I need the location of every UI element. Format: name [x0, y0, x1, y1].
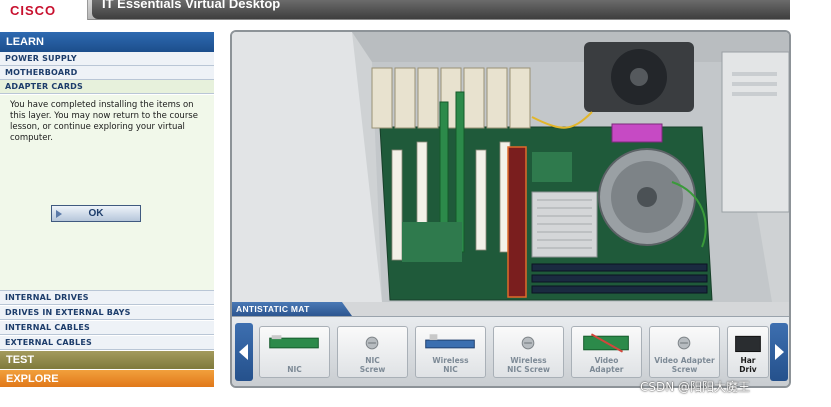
tray-item-hard-drive[interactable]: Har Driv [727, 326, 769, 378]
tray-item-video-adapter[interactable]: Video Adapter [571, 326, 642, 378]
menu-item-adapter-cards[interactable]: ADAPTER CARDS [0, 80, 214, 94]
scroll-left-arrow-icon[interactable] [235, 323, 253, 381]
watermark: CSDN @阳阳大魔王 [640, 380, 751, 394]
tray-item-label: Har [740, 356, 756, 365]
nic-card-icon [269, 335, 319, 349]
scroll-right-arrow-icon[interactable] [770, 323, 788, 381]
tray-item-label: NIC [287, 365, 302, 374]
app-title: IT Essentials Virtual Desktop [102, 0, 281, 11]
antistatic-mat-label: ANTISTATIC MAT [232, 302, 352, 316]
header-right-space [790, 0, 831, 20]
ok-button[interactable]: OK [51, 205, 141, 222]
header-bar: CISCO IT Essentials Virtual Desktop [0, 0, 831, 20]
tray-item-nic[interactable]: NIC [259, 326, 330, 378]
screw-icon [677, 336, 691, 350]
tray-item-sublabel: Screw [359, 365, 386, 374]
completion-message: You have completed installing the items … [10, 100, 198, 143]
video-card-icon [583, 333, 629, 353]
tray-item-sublabel: NIC Screw [507, 365, 550, 374]
tray-item-sublabel: Adapter [589, 365, 624, 374]
tray-item-sublabel: Driv [739, 365, 757, 374]
wireless-card-icon [425, 334, 475, 349]
menu-item-motherboard[interactable]: MOTHERBOARD [0, 66, 214, 80]
menu-item-drives-external-bays[interactable]: DRIVES IN EXTERNAL BAYS [0, 306, 214, 320]
screw-icon [521, 336, 535, 350]
logo-text: CISCO [10, 3, 57, 18]
menu-item-internal-cables[interactable]: INTERNAL CABLES [0, 321, 214, 335]
message-panel: You have completed installing the items … [0, 95, 214, 291]
tray-item-wireless-nic-screw[interactable]: Wireless NIC Screw [493, 326, 564, 378]
antistatic-mat-tray: NIC NIC Screw Wireless NIC Wireless NIC Scr… [232, 316, 789, 386]
sidebar: LEARN POWER SUPPLY MOTHERBOARD ADAPTER C… [0, 32, 214, 388]
learn-header[interactable]: LEARN [0, 32, 214, 52]
tray-item-label: Video [594, 356, 619, 365]
menu-item-power-supply[interactable]: POWER SUPPLY [0, 52, 214, 66]
tray-item-label: Wireless [432, 356, 469, 365]
tray-item-video-adapter-screw[interactable]: Video Adapter Screw [649, 326, 720, 378]
tray-item-label: Video Adapter [654, 356, 715, 365]
screw-icon [365, 336, 379, 350]
tray-item-sublabel: NIC [443, 365, 458, 374]
tray-item-label: NIC [365, 356, 380, 365]
title-bar: IT Essentials Virtual Desktop [92, 0, 790, 19]
test-tab[interactable]: TEST [0, 351, 214, 369]
explore-tab[interactable]: EXPLORE [0, 370, 214, 387]
tray-item-wireless-nic[interactable]: Wireless NIC [415, 326, 486, 378]
tray-item-label: Wireless [510, 356, 547, 365]
tray-item-nic-screw[interactable]: NIC Screw [337, 326, 408, 378]
tray-item-sublabel: Screw [671, 365, 698, 374]
computer-case-scene[interactable] [232, 32, 789, 302]
menu-item-internal-drives[interactable]: INTERNAL DRIVES [0, 291, 214, 305]
app-window: CISCO IT Essentials Virtual Desktop LEAR… [0, 0, 831, 407]
computer-viewport: ANTISTATIC MAT NIC NIC Screw Wireless NIC … [230, 30, 791, 388]
cisco-logo: CISCO [0, 0, 88, 20]
menu-item-external-cables[interactable]: EXTERNAL CABLES [0, 336, 214, 350]
hard-drive-icon [735, 335, 761, 353]
